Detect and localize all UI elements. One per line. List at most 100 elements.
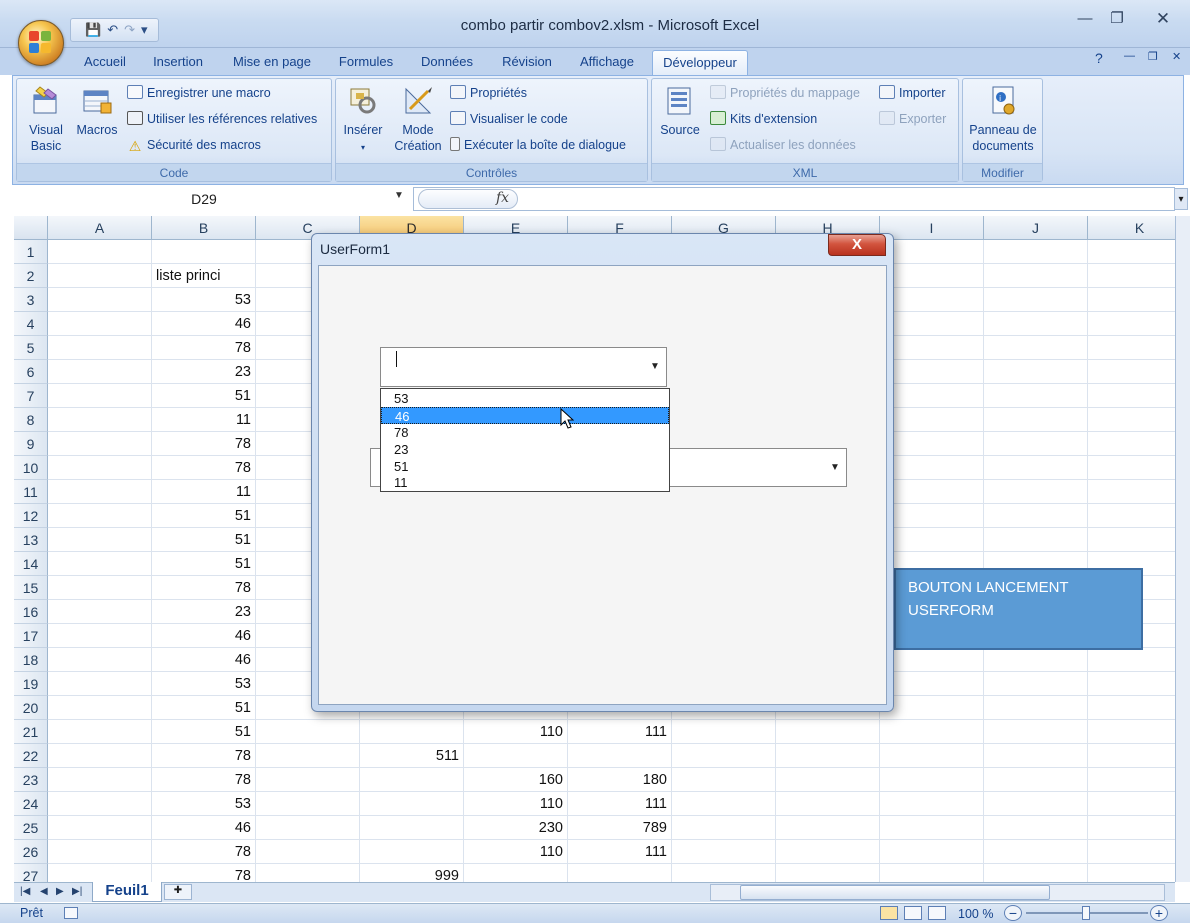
cell[interactable] xyxy=(1088,648,1175,672)
record-macro-button[interactable]: Enregistrer une macro xyxy=(127,83,271,103)
cell[interactable]: 110 xyxy=(464,720,568,744)
row-header[interactable]: 8 xyxy=(14,408,48,432)
cell[interactable] xyxy=(1088,840,1175,864)
cell[interactable] xyxy=(1088,240,1175,264)
cell[interactable] xyxy=(984,264,1088,288)
cell[interactable] xyxy=(672,768,776,792)
cell[interactable] xyxy=(464,864,568,882)
cell[interactable] xyxy=(360,768,464,792)
cell[interactable] xyxy=(1088,504,1175,528)
row-header[interactable]: 13 xyxy=(14,528,48,552)
cell[interactable] xyxy=(1088,360,1175,384)
cell[interactable] xyxy=(48,720,152,744)
cell[interactable] xyxy=(1088,696,1175,720)
cell[interactable] xyxy=(672,840,776,864)
next-sheet-icon[interactable]: ▶ xyxy=(56,886,64,897)
maximize-button[interactable]: ❐ xyxy=(1104,8,1130,30)
cell[interactable] xyxy=(984,240,1088,264)
cell[interactable] xyxy=(984,504,1088,528)
cell[interactable] xyxy=(984,864,1088,882)
cell[interactable] xyxy=(152,240,256,264)
column-header-b[interactable]: B xyxy=(152,216,256,240)
row-header[interactable]: 25 xyxy=(14,816,48,840)
cell[interactable]: 46 xyxy=(152,816,256,840)
cell[interactable] xyxy=(256,720,360,744)
cell[interactable]: 180 xyxy=(568,768,672,792)
cell[interactable] xyxy=(984,816,1088,840)
cell[interactable] xyxy=(48,696,152,720)
tab-formules[interactable]: Formules xyxy=(334,50,398,75)
column-header-i[interactable]: I xyxy=(880,216,984,240)
cell[interactable] xyxy=(48,264,152,288)
cell[interactable]: 78 xyxy=(152,744,256,768)
name-box[interactable]: D29 ▼ xyxy=(14,187,414,211)
cell[interactable] xyxy=(256,792,360,816)
row-header[interactable]: 1 xyxy=(14,240,48,264)
cell[interactable] xyxy=(776,792,880,816)
cell[interactable] xyxy=(1088,792,1175,816)
column-header-a[interactable]: A xyxy=(48,216,152,240)
cell[interactable]: 46 xyxy=(152,624,256,648)
cell[interactable] xyxy=(48,480,152,504)
cell[interactable] xyxy=(1088,744,1175,768)
row-header[interactable]: 23 xyxy=(14,768,48,792)
cell[interactable]: 51 xyxy=(152,528,256,552)
cell[interactable] xyxy=(984,384,1088,408)
cell[interactable] xyxy=(880,648,984,672)
row-header[interactable]: 22 xyxy=(14,744,48,768)
cell[interactable] xyxy=(1088,720,1175,744)
cell[interactable] xyxy=(360,792,464,816)
cell[interactable] xyxy=(880,288,984,312)
cell[interactable] xyxy=(256,864,360,882)
cell[interactable]: 46 xyxy=(152,312,256,336)
cell[interactable] xyxy=(48,432,152,456)
row-header[interactable]: 21 xyxy=(14,720,48,744)
dropdown-item-selected[interactable]: 46 xyxy=(381,407,669,424)
cell[interactable] xyxy=(464,744,568,768)
import-button[interactable]: Importer xyxy=(879,83,946,103)
launch-userform-button[interactable]: BOUTON LANCEMENT USERFORM xyxy=(894,568,1143,650)
cell[interactable]: 110 xyxy=(464,840,568,864)
row-header[interactable]: 26 xyxy=(14,840,48,864)
cell[interactable]: 51 xyxy=(152,696,256,720)
cell[interactable] xyxy=(256,816,360,840)
cell[interactable]: 230 xyxy=(464,816,568,840)
name-box-dropdown-icon[interactable]: ▼ xyxy=(394,190,404,201)
last-sheet-icon[interactable]: ▶| xyxy=(72,886,82,897)
cell[interactable]: 51 xyxy=(152,720,256,744)
cell[interactable] xyxy=(48,624,152,648)
cell[interactable] xyxy=(984,432,1088,456)
cell[interactable] xyxy=(360,720,464,744)
cell[interactable]: 78 xyxy=(152,336,256,360)
cell[interactable] xyxy=(1088,408,1175,432)
map-properties-button[interactable]: Propriétés du mappage xyxy=(710,83,860,103)
zoom-out-icon[interactable]: − xyxy=(1004,905,1022,921)
cell[interactable] xyxy=(1088,288,1175,312)
row-header[interactable]: 7 xyxy=(14,384,48,408)
cell[interactable]: 78 xyxy=(152,768,256,792)
export-button[interactable]: Exporter xyxy=(879,109,946,129)
tab-developpeur[interactable]: Développeur xyxy=(652,50,748,75)
macro-security-button[interactable]: ⚠ Sécurité des macros xyxy=(127,135,261,155)
cell[interactable] xyxy=(880,384,984,408)
cell[interactable] xyxy=(984,768,1088,792)
properties-button[interactable]: Propriétés xyxy=(450,83,527,103)
cell[interactable] xyxy=(48,384,152,408)
normal-view-icon[interactable] xyxy=(880,906,898,920)
cell[interactable] xyxy=(672,864,776,882)
cell[interactable] xyxy=(984,792,1088,816)
cell[interactable] xyxy=(48,744,152,768)
expand-formula-bar-icon[interactable]: ▾ xyxy=(1174,188,1188,210)
visual-basic-button[interactable]: Visual Basic xyxy=(23,85,69,154)
cell[interactable] xyxy=(880,816,984,840)
row-header[interactable]: 20 xyxy=(14,696,48,720)
first-sheet-icon[interactable]: |◀ xyxy=(20,886,30,897)
cell[interactable] xyxy=(1088,816,1175,840)
cell[interactable] xyxy=(1088,528,1175,552)
cell[interactable] xyxy=(48,648,152,672)
cell[interactable] xyxy=(48,288,152,312)
cell[interactable] xyxy=(880,264,984,288)
macros-button[interactable]: Macros xyxy=(73,85,121,138)
help-icon[interactable]: ? xyxy=(1095,50,1103,66)
cell[interactable]: liste princi xyxy=(152,264,256,288)
